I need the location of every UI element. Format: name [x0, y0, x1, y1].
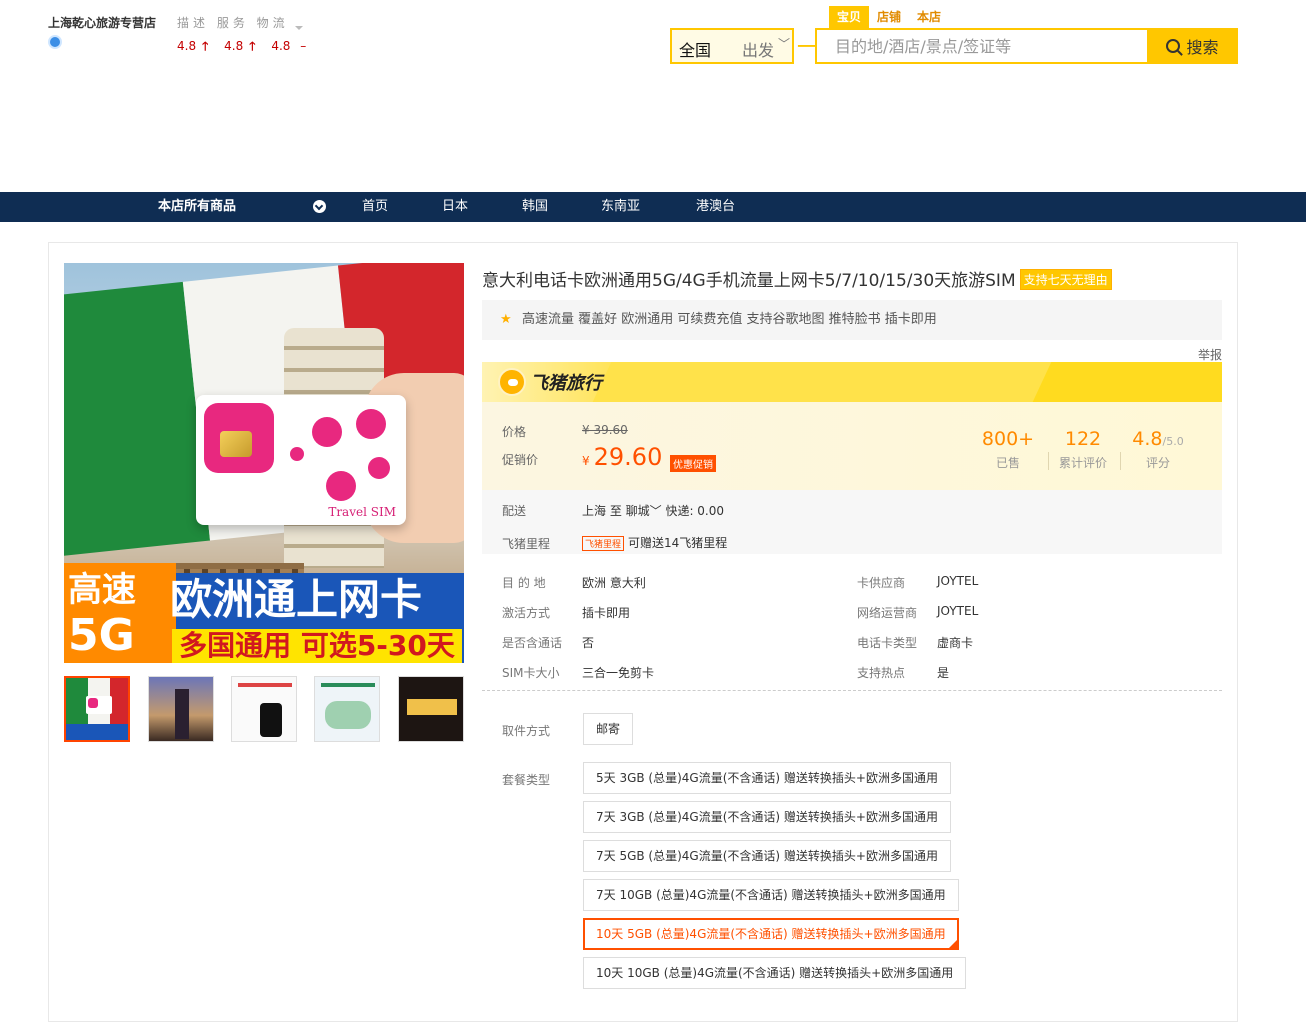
thumbnail-3[interactable]	[231, 676, 297, 742]
shop-level-icon	[48, 35, 62, 49]
package-option[interactable]: 7天 10GB (总量)4G流量(不含通话) 赠送转换插头+欧洲多国通用	[583, 879, 959, 911]
banner-line2: 5G	[68, 610, 135, 661]
attr-label: 电话卡类型	[857, 636, 918, 650]
pickup-option-mail[interactable]: 邮寄	[583, 713, 633, 745]
nav-all-products[interactable]: 本店所有商品	[158, 192, 236, 222]
tab-shops[interactable]: 店铺	[869, 6, 909, 28]
return-policy-badge: 支持七天无理由	[1019, 269, 1112, 290]
attr-value: 是	[937, 666, 950, 680]
original-price: ¥ 39.60	[582, 423, 628, 437]
nav-hk-macau-tw[interactable]: 港澳台	[696, 192, 735, 222]
price-label: 价格	[502, 425, 527, 439]
sim-chip-icon	[220, 431, 252, 457]
report-link[interactable]: 举报	[1198, 346, 1222, 363]
attr-label: 激活方式	[502, 606, 551, 620]
sim-label: Travel SIM	[328, 505, 396, 519]
chevron-down-icon[interactable]	[295, 26, 303, 30]
rating-logistics: 4.8 –	[271, 39, 307, 53]
thumbnail-1[interactable]	[64, 676, 130, 742]
attr-label: 目 的 地	[502, 576, 546, 590]
chevron-down-circle-icon[interactable]	[313, 200, 326, 213]
banner-title: 欧洲通上网卡	[170, 575, 423, 624]
package-option-selected[interactable]: 10天 5GB (总量)4G流量(不含通话) 赠送转换插头+欧洲多国通用	[583, 918, 959, 950]
feature-text: 高速流量 覆盖好 欧洲通用 可续费充值 支持谷歌地图 推特脸书 插卡即用	[522, 312, 937, 327]
search-icon	[1166, 39, 1181, 53]
tab-this-shop[interactable]: 本店	[909, 6, 949, 28]
depart-label: 出发	[742, 41, 775, 60]
attr-value: 三合一免剪卡	[582, 666, 655, 680]
thumbnail-5[interactable]	[398, 676, 464, 742]
nav-home[interactable]: 首页	[362, 192, 388, 222]
rating-up-icon: 🡑	[202, 39, 209, 53]
search-button[interactable]: 搜索	[1147, 28, 1238, 64]
thumbnail-4[interactable]	[314, 676, 380, 742]
promo-price: ¥29.60	[582, 443, 663, 471]
feature-bar: ★ 高速流量 覆盖好 欧洲通用 可续费充值 支持谷歌地图 推特脸书 插卡即用	[482, 300, 1222, 340]
package-option[interactable]: 7天 5GB (总量)4G流量(不含通话) 赠送转换插头+欧洲多国通用	[583, 840, 951, 872]
nav-korea[interactable]: 韩国	[522, 192, 548, 222]
fliggy-brand: 飞猪旅行	[530, 373, 602, 394]
nav-southeast-asia[interactable]: 东南亚	[601, 192, 640, 222]
banner-line1: 高速	[68, 570, 136, 610]
stat-reviews[interactable]: 122 累计评价	[1043, 428, 1123, 471]
sim-card-graphic: Travel SIM	[196, 395, 406, 525]
rating-service: 4.8 🡑	[224, 39, 256, 53]
attr-value: 插卡即用	[582, 606, 631, 620]
attr-value: 欧洲 意大利	[582, 576, 646, 590]
shop-info[interactable]: 上海乾心旅游专营店	[48, 14, 156, 49]
rating-up-icon: 🡑	[249, 39, 256, 53]
thumbnail-2[interactable]	[148, 676, 214, 742]
attr-value: JOYTEL	[937, 604, 979, 618]
region-value: 全国	[679, 41, 712, 60]
stat-rating: 4.8/5.0 评分	[1132, 428, 1184, 470]
shop-nav: 本店所有商品 首页 日本 韩国 东南亚 港澳台	[0, 192, 1306, 222]
pickup-label: 取件方式	[502, 724, 551, 738]
nav-japan[interactable]: 日本	[442, 192, 468, 222]
fliggy-logo: 飞猪旅行	[498, 368, 602, 396]
fliggy-pig-icon	[498, 368, 526, 396]
search-tabs: 宝贝 店铺 本店	[829, 6, 949, 28]
attr-value: 虚商卡	[937, 636, 974, 650]
region-select[interactable]: 全国 出发 ﹀	[670, 28, 794, 64]
promo-price-label: 促销价	[502, 453, 539, 467]
package-label: 套餐类型	[502, 773, 551, 787]
fliggy-bar: 飞猪旅行	[482, 362, 1222, 402]
rating-desc: 4.8 🡑	[177, 39, 209, 53]
shop-name[interactable]: 上海乾心旅游专营店	[48, 14, 156, 31]
package-option[interactable]: 10天 10GB (总量)4G流量(不含通话) 赠送转换插头+欧洲多国通用	[583, 957, 967, 989]
banner-subtitle: 多国通用 可选5-30天	[172, 629, 462, 663]
rating-flat-icon: –	[300, 39, 307, 53]
tab-items[interactable]: 宝贝	[829, 6, 870, 28]
product-main-image[interactable]: Travel SIM 高速 5G 欧洲通上网卡 多国通用 可选5-30天	[64, 263, 464, 663]
attr-label: 网络运营商	[857, 606, 918, 620]
package-option[interactable]: 7天 3GB (总量)4G流量(不含通话) 赠送转换插头+欧洲多国通用	[583, 801, 951, 833]
attr-label: 卡供应商	[857, 576, 906, 590]
divider	[482, 690, 1222, 691]
header: 上海乾心旅游专营店 描述 服务 物流 4.8 🡑 4.8 🡑 4.8 – 宝贝 店铺本…	[0, 0, 1306, 192]
mileage-label: 飞猪里程	[502, 537, 551, 551]
attr-label: 支持热点	[857, 666, 906, 680]
search-input[interactable]	[815, 28, 1147, 64]
attr-value: 否	[582, 636, 595, 650]
attr-value: JOYTEL	[937, 574, 979, 588]
star-icon: ★	[500, 312, 512, 327]
product-title: 意大利电话卡欧洲通用5G/4G手机流量上网卡5/7/10/15/30天旅游SIM…	[482, 266, 1112, 291]
attr-label: SIM卡大小	[502, 666, 560, 680]
shop-ratings[interactable]: 描述 服务 物流 4.8 🡑 4.8 🡑 4.8 –	[177, 14, 318, 58]
search-button-label: 搜索	[1186, 38, 1219, 57]
chevron-down-icon: ﹀	[778, 37, 791, 51]
stat-sold: 800+ 已售	[981, 428, 1035, 470]
promo-tag: 优惠促销	[670, 455, 716, 472]
mileage-value: 可赠送14飞猪里程	[628, 536, 728, 550]
package-option[interactable]: 5天 3GB (总量)4G流量(不含通话) 赠送转换插头+欧洲多国通用	[583, 762, 951, 794]
mileage-tag: 飞猪里程	[582, 536, 625, 551]
attr-label: 是否含通话	[502, 636, 563, 650]
shipping-label: 配送	[502, 504, 527, 518]
shipping-destination[interactable]: 上海 至 聊城﹀ 快递: 0.00	[582, 502, 724, 519]
